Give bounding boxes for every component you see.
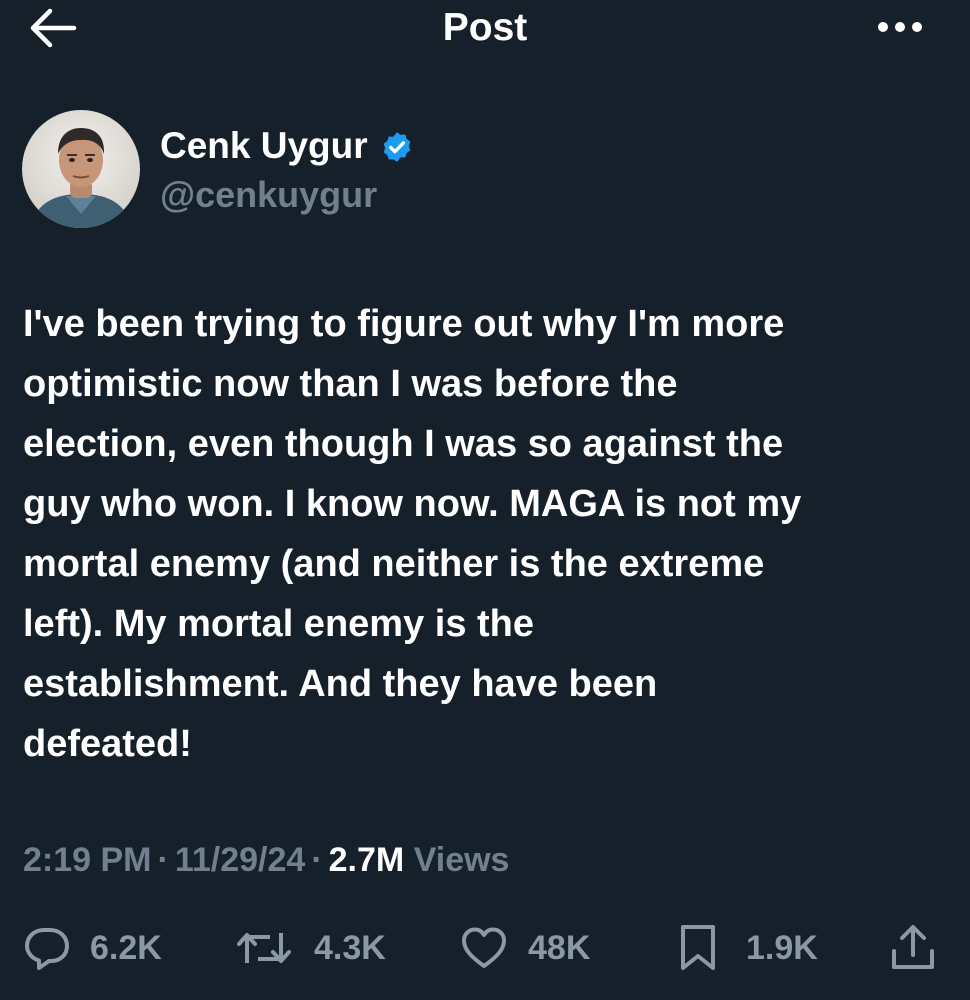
avatar-image bbox=[22, 110, 140, 228]
bookmark-icon bbox=[681, 925, 715, 970]
repost-count: 4.3K bbox=[314, 929, 386, 967]
heart-icon bbox=[462, 927, 506, 968]
meta-separator: · bbox=[157, 841, 169, 879]
action-bar: 6.2K 4.3K 48K 1.9K bbox=[0, 918, 970, 978]
like-button[interactable]: 48K bbox=[460, 918, 590, 978]
top-bar: Post bbox=[0, 0, 970, 60]
post-date[interactable]: 11/29/24 bbox=[175, 841, 305, 879]
repost-icon bbox=[237, 933, 291, 963]
post-text: I've been trying to figure out why I'm m… bbox=[23, 303, 802, 765]
more-horizontal-icon bbox=[878, 22, 922, 32]
bookmark-count: 1.9K bbox=[746, 929, 818, 967]
avatar[interactable] bbox=[22, 110, 140, 228]
like-count: 48K bbox=[528, 929, 591, 967]
bookmark-button[interactable]: 1.9K bbox=[678, 918, 818, 978]
share-button[interactable] bbox=[888, 918, 938, 978]
share-icon bbox=[892, 925, 934, 969]
views-count: 2.7M bbox=[328, 841, 405, 879]
author-name-row: Cenk Uygur bbox=[160, 122, 414, 170]
verified-badge-icon bbox=[383, 132, 410, 162]
reply-button[interactable]: 6.2K bbox=[22, 918, 162, 978]
page-title: Post bbox=[442, 6, 528, 49]
reply-count: 6.2K bbox=[90, 929, 162, 967]
author-name[interactable]: Cenk Uygur bbox=[160, 122, 368, 170]
repost-button[interactable]: 4.3K bbox=[236, 918, 386, 978]
views-label: Views bbox=[413, 841, 510, 879]
post-meta: 2:19 PM · 11/29/24 · 2.7M Views bbox=[23, 838, 509, 882]
post-time[interactable]: 2:19 PM bbox=[23, 841, 152, 879]
reply-icon bbox=[25, 928, 69, 970]
meta-separator: · bbox=[311, 841, 323, 879]
more-button[interactable] bbox=[872, 12, 928, 42]
author-handle[interactable]: @cenkuygur bbox=[160, 173, 377, 217]
